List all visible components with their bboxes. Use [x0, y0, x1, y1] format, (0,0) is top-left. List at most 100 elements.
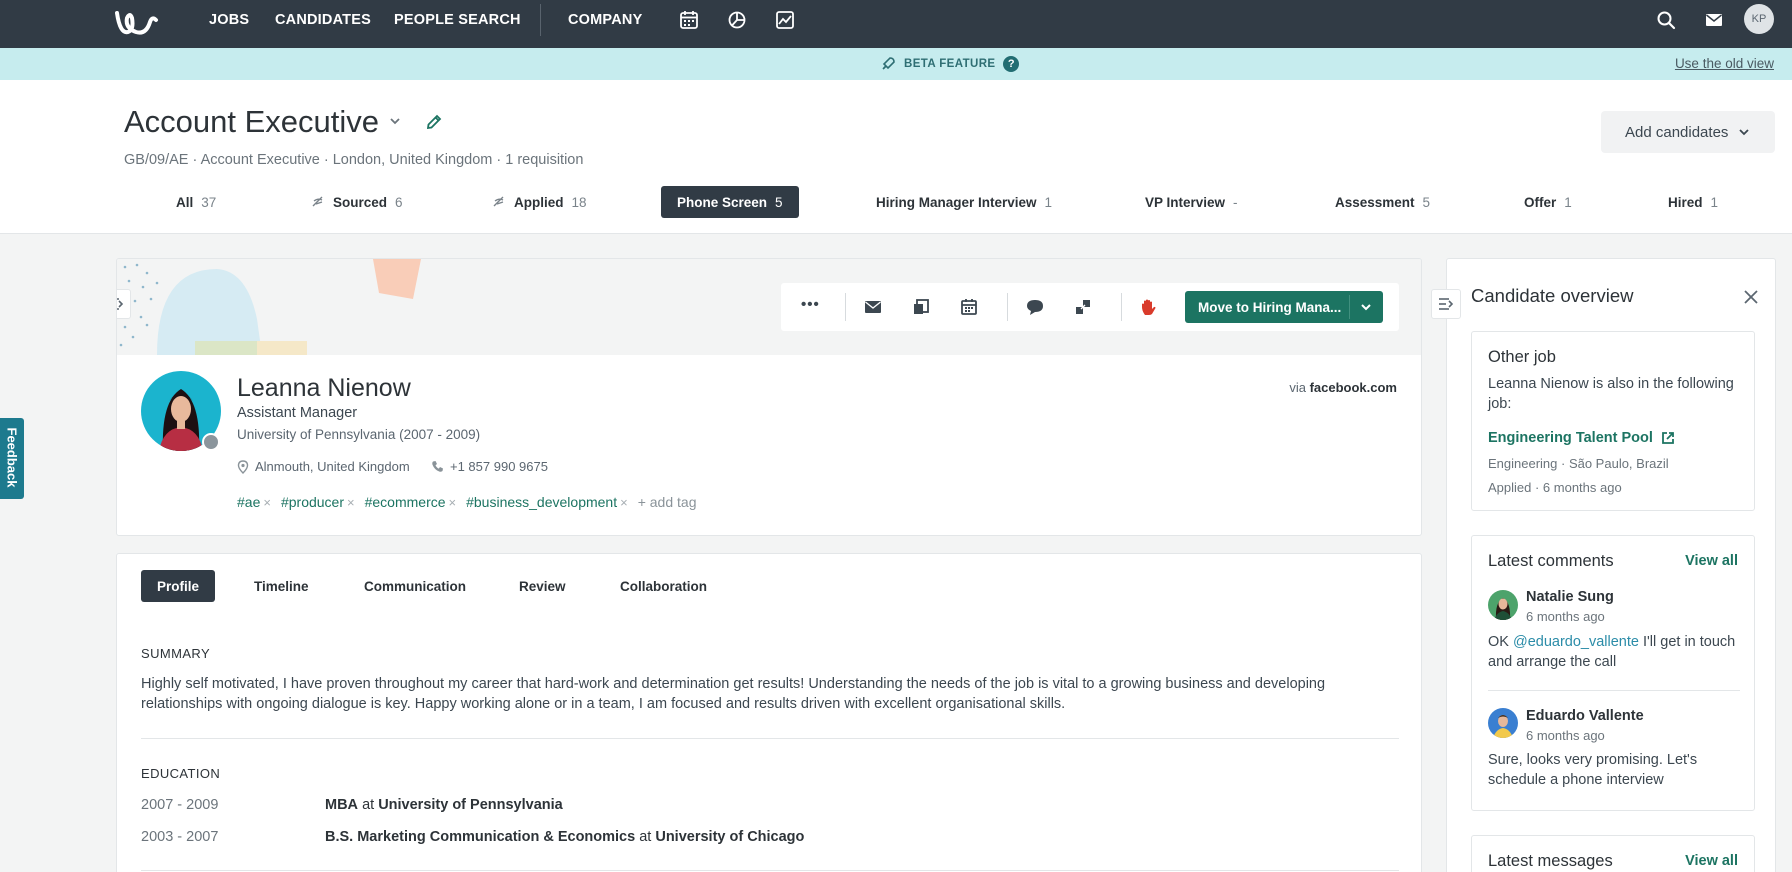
- comments-view-all-link[interactable]: View all: [1685, 553, 1738, 569]
- collapse-icon: [117, 298, 124, 310]
- person-avatar-icon: [1494, 598, 1512, 620]
- remove-tag-icon[interactable]: ×: [347, 495, 355, 510]
- candidate-location: Alnmouth, United Kingdom: [237, 459, 410, 474]
- stage-count: 5: [775, 194, 783, 210]
- feedback-tab[interactable]: Feedback: [0, 418, 24, 499]
- stage-label: Assessment: [1335, 194, 1415, 210]
- stage-tab-hired[interactable]: Hired 1: [1668, 186, 1718, 218]
- decorative-shapes-icon: [119, 263, 307, 355]
- comment-icon[interactable]: [1025, 297, 1045, 317]
- stage-label: Applied: [514, 194, 564, 210]
- pencil-icon[interactable]: [424, 112, 444, 132]
- commenter-name: Natalie Sung: [1526, 589, 1614, 605]
- search-icon[interactable]: [1655, 9, 1677, 31]
- tag[interactable]: #ecommerce: [365, 494, 446, 510]
- messages-view-all-link[interactable]: View all: [1685, 853, 1738, 869]
- button-divider: [1349, 295, 1350, 319]
- tag[interactable]: #producer: [281, 494, 344, 510]
- stage-label: Offer: [1524, 194, 1557, 210]
- schedule-icon[interactable]: [959, 297, 979, 317]
- help-icon[interactable]: ?: [1003, 56, 1020, 72]
- collapse-left-button[interactable]: [117, 289, 131, 319]
- source-badge-icon: [202, 433, 220, 451]
- nav-jobs[interactable]: JOBS: [209, 12, 249, 28]
- workable-logo-icon[interactable]: [114, 8, 160, 38]
- copy-to-job-icon[interactable]: [911, 297, 931, 317]
- tag[interactable]: #business_development: [466, 494, 617, 510]
- comment-time: 6 months ago: [1526, 728, 1605, 743]
- evaluate-icon[interactable]: [1073, 297, 1093, 317]
- tab-communication[interactable]: Communication: [364, 570, 466, 602]
- tab-collaboration[interactable]: Collaboration: [620, 570, 707, 602]
- nav-people-search[interactable]: PEOPLE SEARCH: [394, 12, 521, 28]
- commenter-avatar: [1488, 590, 1518, 620]
- activity-icon[interactable]: [774, 9, 796, 31]
- add-candidates-label: Add candidates: [1625, 123, 1729, 141]
- chevron-down-icon[interactable]: [1359, 300, 1373, 314]
- education-degree: MBA at University of Pennsylvania: [325, 797, 563, 813]
- mail-icon[interactable]: [1703, 9, 1725, 31]
- stage-tab-hiring-manager-interview[interactable]: Hiring Manager Interview 1: [876, 186, 1052, 218]
- tab-review[interactable]: Review: [519, 570, 566, 602]
- stage-tab-offer[interactable]: Offer 1: [1524, 186, 1572, 218]
- stage-tab-vp-interview[interactable]: VP Interview -: [1145, 186, 1238, 218]
- school-name: University of Chicago: [655, 829, 805, 845]
- education-heading: EDUCATION: [141, 766, 221, 781]
- profile-card: Profile Timeline Communication Review Co…: [116, 553, 1422, 872]
- stage-label: Sourced: [333, 194, 388, 210]
- section-divider: [141, 870, 1399, 871]
- degree-name: MBA: [325, 797, 359, 813]
- candidate-tags: #ae × #producer × #ecommerce × #business_de…: [237, 494, 696, 510]
- tab-profile[interactable]: Profile: [141, 570, 216, 602]
- sourced-icon: [312, 196, 323, 207]
- job-title[interactable]: Account Executive: [124, 104, 379, 140]
- collapse-panel-button[interactable]: [1431, 289, 1461, 319]
- panel-title: Candidate overview: [1471, 285, 1634, 306]
- email-icon[interactable]: [863, 297, 883, 317]
- latest-comments-card: Latest comments View all Natalie Sung 6 …: [1471, 535, 1755, 811]
- commenter-avatar: [1488, 708, 1518, 738]
- add-tag-button[interactable]: + add tag: [638, 494, 697, 510]
- remove-tag-icon[interactable]: ×: [263, 495, 271, 510]
- stage-count: 18: [571, 194, 587, 210]
- chevron-down-icon[interactable]: [388, 114, 402, 128]
- decorative-shape-icon: [373, 259, 421, 299]
- stage-tab-applied[interactable]: Applied 18: [492, 186, 587, 218]
- remove-tag-icon[interactable]: ×: [620, 495, 628, 510]
- stage-tab-assessment[interactable]: Assessment 5: [1335, 186, 1430, 218]
- calendar-icon[interactable]: [678, 9, 700, 31]
- user-avatar[interactable]: KP: [1744, 4, 1774, 34]
- other-job-link[interactable]: Engineering Talent Pool: [1488, 430, 1675, 446]
- stage-tab-sourced[interactable]: Sourced 6: [311, 186, 403, 218]
- nav-candidates[interactable]: CANDIDATES: [275, 12, 371, 28]
- stage-tab-phone-screen[interactable]: Phone Screen 5: [661, 186, 799, 218]
- tab-timeline[interactable]: Timeline: [254, 570, 309, 602]
- stage-label: All: [176, 194, 194, 210]
- move-stage-button[interactable]: Move to Hiring Mana...: [1185, 291, 1383, 323]
- close-icon[interactable]: [1743, 289, 1759, 305]
- add-candidates-button[interactable]: Add candidates: [1601, 111, 1775, 153]
- more-actions-button[interactable]: •••: [801, 296, 820, 313]
- stage-label: VP Interview: [1145, 194, 1226, 210]
- degree-name: B.S. Marketing Communication & Economics: [325, 829, 636, 845]
- remove-tag-icon[interactable]: ×: [449, 495, 457, 510]
- disqualify-hand-icon[interactable]: [1139, 297, 1159, 317]
- pie-chart-icon[interactable]: [726, 9, 748, 31]
- section-divider: [141, 738, 1399, 739]
- comment-text: OK @eduardo_vallente I'll get in touch a…: [1488, 632, 1744, 672]
- old-view-link[interactable]: Use the old view: [1675, 56, 1774, 71]
- job-header: Account Executive GB/09/AE · Account Exe…: [0, 80, 1792, 234]
- beta-label-group: BETA FEATURE ?: [880, 56, 1020, 72]
- stage-tab-all[interactable]: All 37: [176, 186, 216, 218]
- stage-count: 1: [1710, 194, 1719, 210]
- nav-company[interactable]: COMPANY: [568, 12, 642, 28]
- stage-count: -: [1233, 194, 1238, 210]
- candidate-education: University of Pennsylvania (2007 - 2009): [237, 427, 481, 442]
- tag[interactable]: #ae: [237, 494, 260, 510]
- chevron-down-icon: [1739, 129, 1750, 136]
- user-mention[interactable]: @eduardo_vallente: [1513, 634, 1639, 650]
- education-degree: B.S. Marketing Communication & Economics…: [325, 829, 804, 845]
- candidate-phone[interactable]: +1 857 990 9675: [431, 459, 548, 474]
- via-source[interactable]: facebook.com: [1310, 380, 1397, 395]
- rocket-icon: [882, 57, 895, 70]
